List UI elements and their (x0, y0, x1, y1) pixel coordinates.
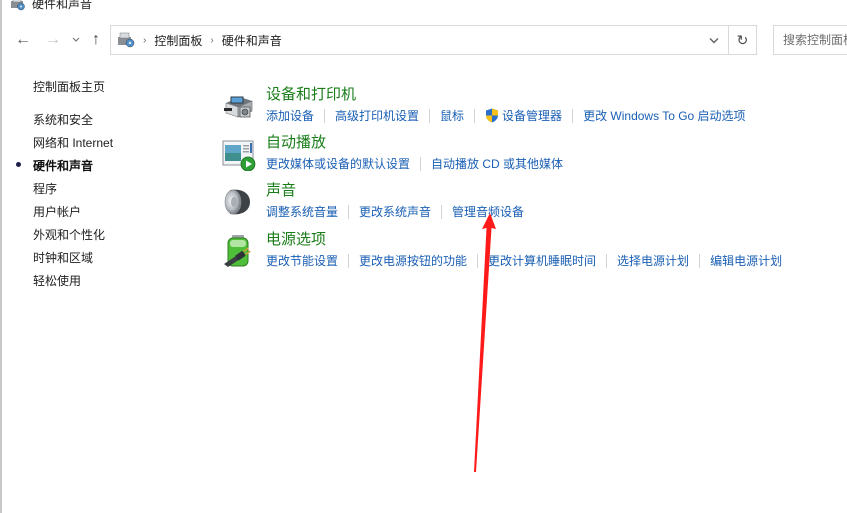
window-left-border (0, 0, 2, 513)
uac-shield-icon (486, 108, 499, 123)
breadcrumb-hardware-sound[interactable]: 硬件和声音 (222, 32, 282, 49)
sidebar-item-ease-of-access[interactable]: 轻松使用 (33, 272, 81, 289)
category-devices-printers: 设备和打印机 添加设备 高级打印机设置 鼠标 设备管理器 更改 Windows … (222, 83, 842, 131)
sidebar-item-home[interactable]: 控制面板主页 (33, 78, 105, 95)
refresh-button[interactable]: ↻ (729, 25, 757, 55)
control-panel-hardware-icon (11, 0, 25, 11)
link-device-manager-label: 设备管理器 (502, 109, 563, 123)
link-separator (420, 156, 422, 171)
battery-power-icon (224, 235, 251, 267)
search-box[interactable] (773, 25, 847, 55)
link-separator (324, 108, 326, 123)
chevron-down-icon (72, 37, 80, 42)
link-power-button-function[interactable]: 更改电源按钮的功能 (359, 252, 467, 269)
category-autoplay: 自动播放 更改媒体或设备的默认设置 自动播放 CD 或其他媒体 (222, 131, 842, 179)
link-sleep-time[interactable]: 更改计算机睡眠时间 (488, 252, 596, 269)
link-choose-power-plan[interactable]: 选择电源计划 (617, 252, 689, 269)
link-adjust-volume[interactable]: 调整系统音量 (266, 203, 338, 220)
link-separator (348, 253, 350, 268)
link-separator (474, 108, 476, 123)
recent-locations-button[interactable] (70, 25, 82, 55)
sidebar-item-appearance[interactable]: 外观和个性化 (33, 226, 105, 243)
search-input[interactable] (783, 33, 847, 47)
link-mouse[interactable]: 鼠标 (440, 107, 464, 124)
breadcrumb-separator[interactable]: › (143, 35, 146, 46)
link-separator (477, 253, 479, 268)
sidebar-item-hardware-sound[interactable]: 硬件和声音 (33, 157, 93, 174)
chevron-down-icon (709, 37, 719, 43)
link-change-media-defaults[interactable]: 更改媒体或设备的默认设置 (266, 155, 410, 172)
link-manage-audio-devices[interactable]: 管理音频设备 (452, 203, 524, 220)
link-separator (441, 204, 443, 219)
window-title: 硬件和声音 (32, 0, 93, 11)
link-device-manager[interactable]: 设备管理器 (485, 107, 562, 124)
sidebar-item-system-security[interactable]: 系统和安全 (33, 111, 93, 128)
category-title-power-options[interactable]: 电源选项 (266, 228, 326, 249)
title-bar: 硬件和声音 (10, 0, 92, 14)
up-button[interactable]: ↑ (86, 25, 106, 55)
refresh-icon: ↻ (736, 31, 749, 48)
breadcrumb-separator[interactable]: › (210, 35, 213, 46)
sidebar-item-user-accounts[interactable]: 用户帐户 (33, 203, 81, 220)
link-change-power-saving[interactable]: 更改节能设置 (266, 252, 338, 269)
arrow-up-icon: ↑ (92, 31, 100, 48)
back-button[interactable]: ← (12, 25, 34, 55)
arrow-left-icon: ← (15, 31, 31, 48)
category-links: 添加设备 高级打印机设置 鼠标 设备管理器 更改 Windows To Go 启… (266, 107, 746, 124)
sidebar-item-clock-region[interactable]: 时钟和区域 (33, 249, 93, 266)
category-sound: 声音 调整系统音量 更改系统声音 管理音频设备 (222, 179, 842, 227)
link-edit-power-plan[interactable]: 编辑电源计划 (710, 252, 782, 269)
link-advanced-printer-setup[interactable]: 高级打印机设置 (335, 107, 419, 124)
control-panel-hardware-icon (118, 32, 135, 48)
address-dropdown-button[interactable] (700, 26, 728, 54)
sidebar-item-programs[interactable]: 程序 (33, 180, 57, 197)
forward-button[interactable]: → (42, 25, 64, 55)
link-autoplay-cd[interactable]: 自动播放 CD 或其他媒体 (431, 155, 563, 172)
speaker-icon (224, 189, 250, 215)
category-links: 调整系统音量 更改系统声音 管理音频设备 (266, 203, 524, 220)
link-separator (348, 204, 350, 219)
category-power-options: 电源选项 更改节能设置 更改电源按钮的功能 更改计算机睡眠时间 选择电源计划 编… (222, 228, 842, 276)
active-bullet-icon (16, 162, 21, 167)
link-windows-to-go[interactable]: 更改 Windows To Go 启动选项 (583, 107, 745, 124)
sidebar-item-network-internet[interactable]: 网络和 Internet (33, 134, 113, 151)
link-separator (606, 253, 608, 268)
category-title-devices-printers[interactable]: 设备和打印机 (266, 83, 356, 104)
category-links: 更改节能设置 更改电源按钮的功能 更改计算机睡眠时间 选择电源计划 编辑电源计划 (266, 252, 782, 269)
link-add-device[interactable]: 添加设备 (266, 107, 314, 124)
category-links: 更改媒体或设备的默认设置 自动播放 CD 或其他媒体 (266, 155, 563, 172)
address-bar[interactable]: › 控制面板 › 硬件和声音 (110, 25, 729, 55)
link-change-system-sounds[interactable]: 更改系统声音 (359, 203, 431, 220)
navigation-bar: ← → ↑ › 控制面板 › 硬件和声音 ↻ (0, 25, 847, 55)
link-separator (699, 253, 701, 268)
autoplay-icon (222, 140, 256, 171)
printer-device-icon (224, 96, 253, 118)
link-separator (429, 108, 431, 123)
breadcrumb-control-panel[interactable]: 控制面板 (154, 32, 202, 49)
link-separator (572, 108, 574, 123)
category-title-autoplay[interactable]: 自动播放 (266, 131, 326, 152)
category-title-sound[interactable]: 声音 (266, 179, 296, 200)
arrow-right-icon: → (45, 31, 61, 48)
